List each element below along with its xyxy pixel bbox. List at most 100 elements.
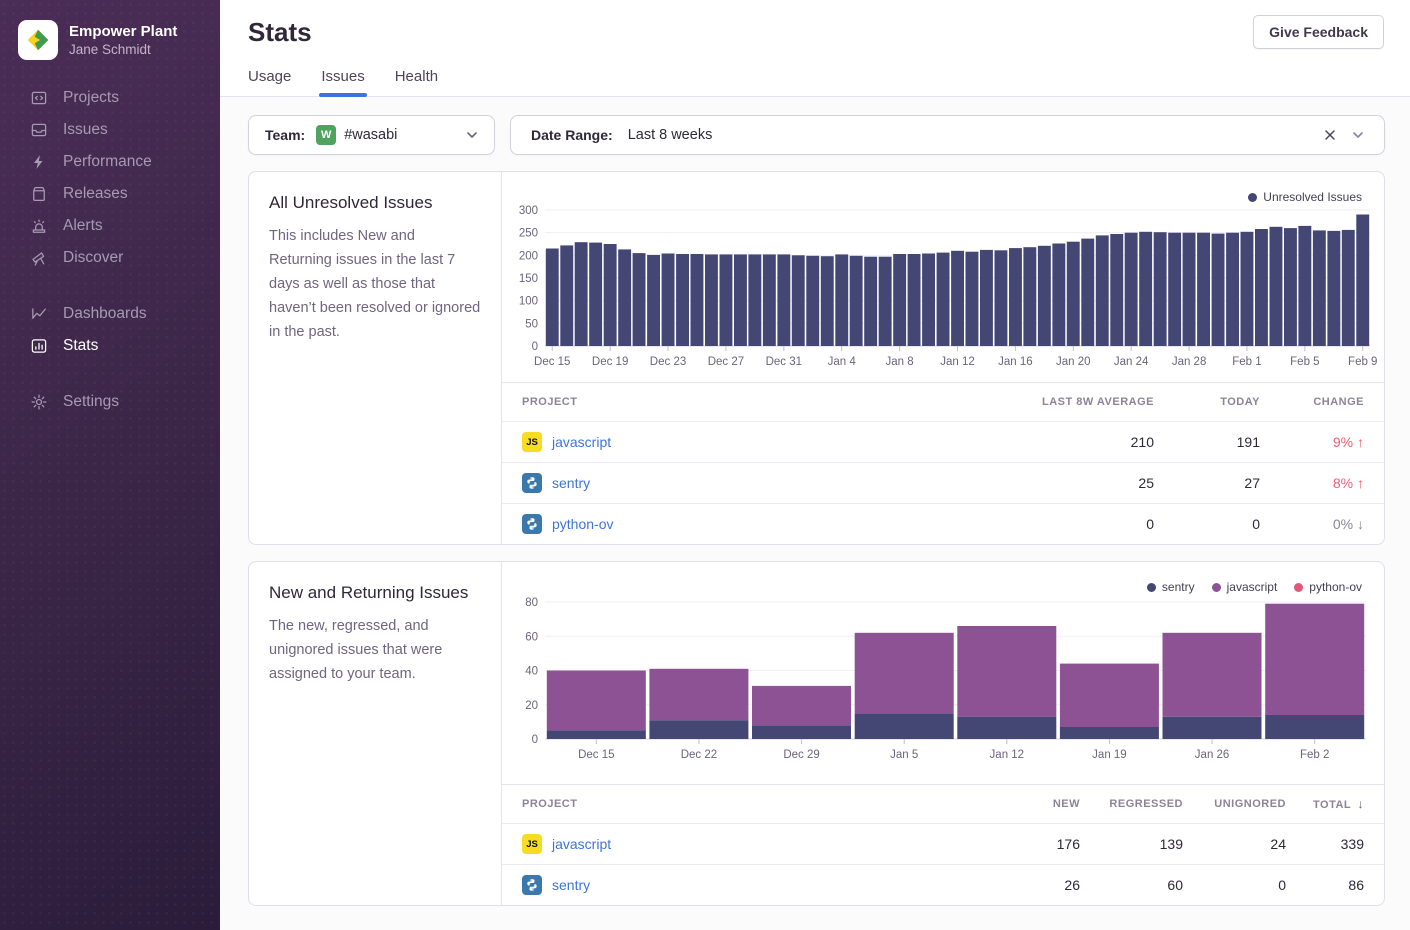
sidebar-item-releases[interactable]: Releases	[0, 178, 220, 210]
filter-bar: Team: W #wasabi Date Range: Last 8 weeks	[248, 115, 1385, 155]
change-cell: 8% ↑	[1260, 475, 1384, 491]
sidebar-item-label: Projects	[63, 89, 119, 107]
javascript-platform-icon: JS	[522, 834, 542, 854]
project-link[interactable]: sentry	[552, 877, 590, 893]
sidebar-item-stats[interactable]: Stats	[0, 330, 220, 362]
sidebar-nav-secondary: Dashboards Stats	[0, 298, 220, 362]
sidebar-item-label: Alerts	[63, 217, 103, 235]
legend-item[interactable]: python-ov	[1294, 580, 1362, 594]
table-cell: 0	[944, 516, 1154, 532]
table-row: JSjavascript17613924339	[502, 823, 1384, 864]
svg-text:20: 20	[525, 700, 538, 712]
table-cell: 0	[1154, 516, 1260, 532]
content-area: Team: W #wasabi Date Range: Last 8 weeks	[220, 97, 1410, 906]
python-platform-icon	[522, 514, 542, 534]
team-avatar: W	[316, 125, 336, 145]
svg-text:50: 50	[525, 318, 538, 330]
sidebar-item-dashboards[interactable]: Dashboards	[0, 298, 220, 330]
legend-dot-icon	[1248, 193, 1257, 202]
clear-date-icon[interactable]	[1322, 127, 1338, 143]
user-name: Jane Schmidt	[69, 41, 177, 59]
sidebar: Empower Plant Jane Schmidt Projects Issue…	[0, 0, 220, 930]
sidebar-item-alerts[interactable]: Alerts	[0, 210, 220, 242]
org-switcher[interactable]: Empower Plant Jane Schmidt	[0, 0, 220, 62]
sidebar-item-settings[interactable]: Settings	[0, 386, 220, 418]
page-header: Stats Give Feedback Usage Issues Health	[220, 0, 1410, 97]
svg-text:Dec 23: Dec 23	[650, 356, 686, 368]
sidebar-item-label: Settings	[63, 393, 119, 411]
legend-item[interactable]: javascript	[1212, 580, 1278, 594]
svg-text:Feb 2: Feb 2	[1300, 749, 1329, 761]
table-cell: 339	[1286, 836, 1384, 852]
team-selector[interactable]: Team: W #wasabi	[248, 115, 495, 155]
svg-text:Jan 12: Jan 12	[990, 749, 1025, 761]
svg-text:0: 0	[532, 734, 538, 746]
table-header-row: PROJECTLAST 8W AVERAGETODAYCHANGE	[502, 383, 1384, 421]
svg-text:100: 100	[519, 296, 538, 308]
svg-text:Jan 16: Jan 16	[998, 356, 1033, 368]
chevron-down-icon	[464, 127, 480, 143]
svg-text:Jan 28: Jan 28	[1172, 356, 1207, 368]
project-link[interactable]: python-ov	[552, 516, 613, 532]
date-range-selector[interactable]: Date Range: Last 8 weeks	[510, 115, 1385, 155]
sidebar-item-discover[interactable]: Discover	[0, 242, 220, 274]
team-label: Team:	[265, 127, 305, 143]
svg-text:Feb 9: Feb 9	[1348, 356, 1377, 368]
table-cell: 86	[1286, 877, 1384, 893]
project-link[interactable]: javascript	[552, 836, 611, 852]
svg-text:Jan 24: Jan 24	[1114, 356, 1149, 368]
legend-item[interactable]: sentry	[1147, 580, 1195, 594]
svg-text:Dec 22: Dec 22	[681, 749, 717, 761]
sidebar-item-issues[interactable]: Issues	[0, 114, 220, 146]
project-link[interactable]: javascript	[552, 434, 611, 450]
give-feedback-button[interactable]: Give Feedback	[1253, 15, 1384, 49]
svg-text:Jan 20: Jan 20	[1056, 356, 1091, 368]
table-row: sentry25278% ↑	[502, 462, 1384, 503]
svg-text:Dec 15: Dec 15	[534, 356, 570, 368]
legend-item[interactable]: Unresolved Issues	[1248, 190, 1362, 204]
unresolved-issues-table: PROJECTLAST 8W AVERAGETODAYCHANGEJSjavas…	[502, 382, 1384, 544]
table-cell: 0	[1183, 877, 1286, 893]
column-header[interactable]: TOTAL ↓	[1286, 797, 1384, 811]
tab-usage[interactable]: Usage	[248, 68, 291, 96]
performance-icon	[30, 153, 48, 171]
table-row: sentry2660086	[502, 864, 1384, 905]
chevron-down-icon[interactable]	[1350, 127, 1366, 143]
sidebar-item-projects[interactable]: Projects	[0, 82, 220, 114]
sidebar-item-performance[interactable]: Performance	[0, 146, 220, 178]
chart-legend: sentry javascript python-ov	[1147, 580, 1362, 594]
legend-dot-icon	[1147, 583, 1156, 592]
table-row: JSjavascript2101919% ↑	[502, 421, 1384, 462]
sidebar-item-label: Stats	[63, 337, 98, 355]
svg-text:300: 300	[519, 205, 538, 217]
alerts-icon	[30, 217, 48, 235]
sidebar-item-label: Issues	[63, 121, 108, 139]
tab-issues[interactable]: Issues	[321, 68, 364, 96]
table-header-row: PROJECTNEWREGRESSEDUNIGNOREDTOTAL ↓	[502, 785, 1384, 823]
page-title: Stats	[248, 17, 312, 48]
sort-desc-icon: ↓	[1358, 797, 1365, 811]
sidebar-item-label: Dashboards	[63, 305, 147, 323]
table-row: python-ov000% ↓	[502, 503, 1384, 544]
svg-text:Dec 15: Dec 15	[578, 749, 614, 761]
panel-description: This includes New and Returning issues i…	[269, 224, 481, 344]
sidebar-item-label: Releases	[63, 185, 128, 203]
discover-icon	[30, 249, 48, 267]
sidebar-item-label: Discover	[63, 249, 123, 267]
unresolved-issues-chart: 050100150200250300Dec 15Dec 19Dec 23Dec …	[502, 172, 1384, 382]
column-header: CHANGE	[1260, 396, 1384, 408]
svg-text:Dec 31: Dec 31	[766, 356, 802, 368]
svg-text:Jan 12: Jan 12	[940, 356, 975, 368]
change-cell: 9% ↑	[1260, 434, 1384, 450]
column-header: NEW	[976, 798, 1080, 810]
svg-text:150: 150	[519, 273, 538, 285]
svg-text:60: 60	[525, 631, 538, 643]
tab-health[interactable]: Health	[395, 68, 438, 96]
column-header: REGRESSED	[1080, 798, 1183, 810]
legend-dot-icon	[1294, 583, 1303, 592]
app-root: Empower Plant Jane Schmidt Projects Issue…	[0, 0, 1410, 930]
new-returning-issues-chart: 020406080Dec 15Dec 22Dec 29Jan 5Jan 12Ja…	[502, 562, 1384, 784]
svg-text:40: 40	[525, 666, 538, 678]
table-cell: 210	[944, 434, 1154, 450]
project-link[interactable]: sentry	[552, 475, 590, 491]
